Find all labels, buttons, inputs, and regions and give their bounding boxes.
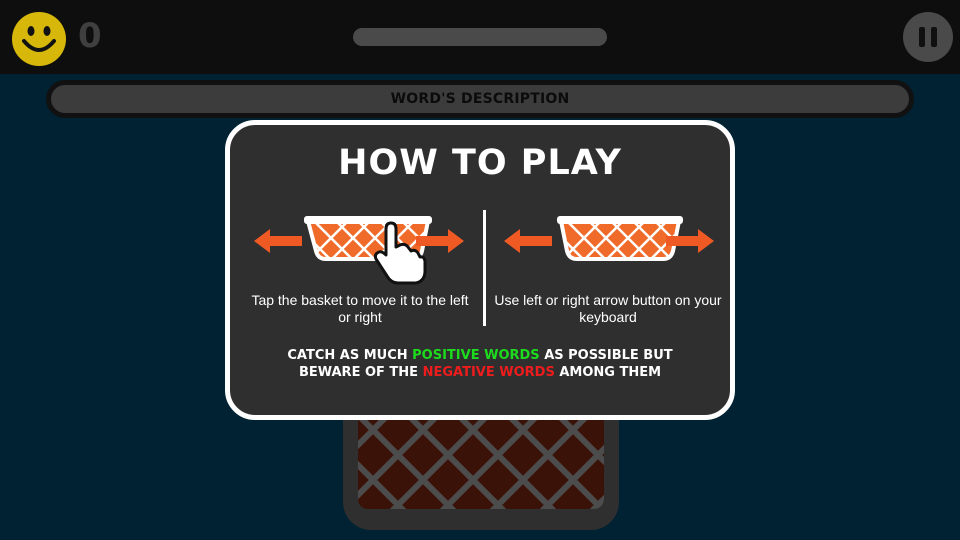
gameplay-tip: CATCH AS MUCH POSITIVE WORDS AS POSSIBLE… bbox=[287, 348, 673, 380]
left-arrow-icon bbox=[254, 229, 302, 253]
section-divider bbox=[483, 210, 486, 326]
how-to-play-dialog[interactable]: HOW TO PLAY Tap the basket to move it to… bbox=[225, 120, 735, 420]
word-description-bar: WORD'S DESCRIPTION bbox=[46, 80, 914, 118]
positive-words-label: POSITIVE WORDS bbox=[412, 348, 540, 363]
touch-control-illustration bbox=[254, 216, 464, 285]
keyboard-instructions: Use left or right arrow button on your k… bbox=[494, 292, 722, 325]
score-counter: 0 bbox=[78, 16, 102, 56]
left-arrow-icon bbox=[504, 229, 552, 253]
keyboard-control-illustration bbox=[504, 216, 714, 261]
smiley-face-icon bbox=[12, 12, 66, 66]
top-hud: 0 bbox=[0, 0, 960, 74]
current-word-bar bbox=[353, 28, 607, 46]
dialog-title: HOW TO PLAY bbox=[338, 143, 622, 183]
negative-words-label: NEGATIVE WORDS bbox=[422, 365, 555, 380]
pause-icon bbox=[919, 27, 925, 47]
pause-button[interactable] bbox=[903, 12, 953, 62]
player-basket[interactable] bbox=[338, 405, 624, 535]
touch-instructions: Tap the basket to move it to the left or… bbox=[251, 292, 469, 325]
